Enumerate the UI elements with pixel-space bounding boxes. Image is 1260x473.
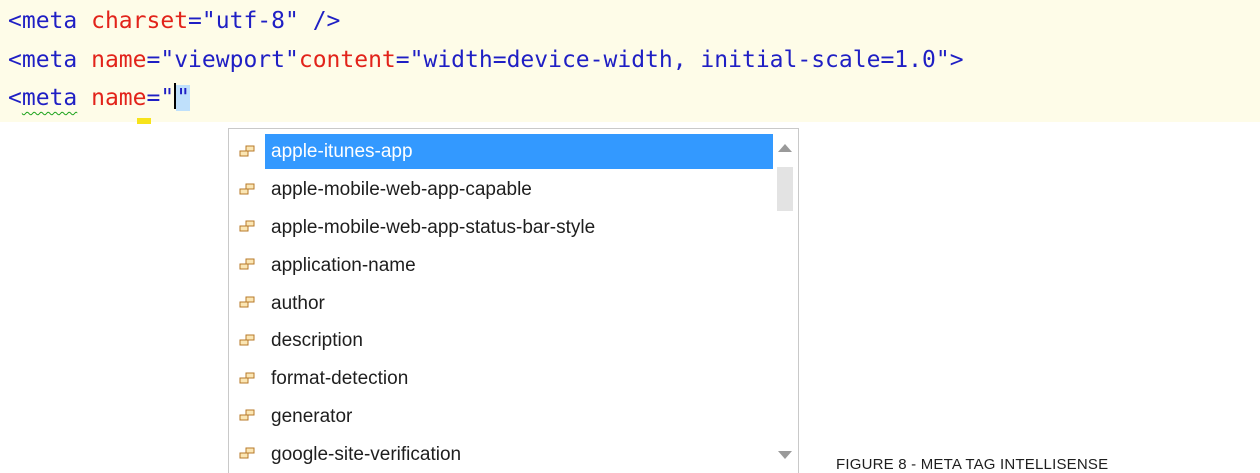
change-marker	[137, 118, 151, 124]
property-icon	[229, 258, 265, 272]
tag-open-bracket: <	[8, 85, 22, 111]
meta-tag-open: <meta	[8, 8, 78, 34]
meta-tag-name: meta	[21, 85, 78, 111]
completion-item-label: application-name	[271, 254, 416, 276]
completion-item-label: apple-mobile-web-app-status-bar-style	[271, 216, 596, 238]
completion-item-label: generator	[271, 405, 353, 427]
name-attribute: name	[91, 85, 147, 111]
completion-item-label: apple-mobile-web-app-capable	[271, 179, 532, 201]
intellisense-popup[interactable]: apple-itunes-app apple-mobile-web-app-ca…	[228, 128, 799, 473]
property-icon	[229, 409, 265, 423]
equals-sign: =	[188, 8, 202, 34]
code-line-1[interactable]: <meta charset="utf-8" />	[8, 3, 340, 40]
property-icon	[229, 447, 265, 461]
completion-scrollbar[interactable]	[776, 137, 794, 467]
property-icon	[229, 372, 265, 386]
completion-item-label: apple-itunes-app	[265, 134, 773, 170]
charset-attribute: charset	[91, 8, 189, 34]
completion-item[interactable]: apple-mobile-web-app-status-bar-style	[229, 209, 774, 247]
property-icon	[229, 334, 265, 348]
charset-value: "utf-8"	[201, 8, 299, 34]
code-editor[interactable]: <meta charset="utf-8" /> <meta name="vie…	[0, 0, 1260, 122]
content-attribute: content	[298, 47, 396, 73]
scroll-up-arrow-icon[interactable]	[778, 144, 792, 152]
property-icon	[229, 183, 265, 197]
completion-item[interactable]: google-site-verification	[229, 435, 774, 473]
equals-sign: =	[146, 85, 161, 111]
meta-tag-open: <meta	[8, 47, 78, 73]
completion-list[interactable]: apple-itunes-app apple-mobile-web-app-ca…	[229, 133, 774, 473]
close-quote-highlight: "	[176, 85, 191, 111]
completion-item[interactable]: generator	[229, 398, 774, 436]
open-quote: "	[160, 85, 175, 111]
completion-item-label: format-detection	[271, 368, 409, 390]
completion-item[interactable]: apple-mobile-web-app-capable	[229, 171, 774, 209]
property-icon	[229, 220, 265, 234]
completion-item[interactable]: apple-itunes-app	[229, 133, 774, 171]
code-line-3[interactable]: <meta name=""	[8, 80, 191, 117]
property-icon	[229, 145, 265, 159]
equals-sign: =	[395, 47, 410, 73]
scroll-thumb[interactable]	[777, 167, 793, 211]
completion-item-label: description	[271, 330, 363, 352]
content-value: "width=device-width, initial-scale=1.0"	[409, 47, 950, 73]
completion-item-label: google-site-verification	[271, 443, 462, 465]
completion-item[interactable]: author	[229, 284, 774, 322]
completion-item[interactable]: application-name	[229, 246, 774, 284]
scroll-down-arrow-icon[interactable]	[778, 451, 792, 459]
code-line-2[interactable]: <meta name="viewport"content="width=devi…	[8, 42, 964, 79]
self-close-tag: />	[298, 8, 341, 34]
tag-close: >	[949, 47, 964, 73]
completion-item[interactable]: description	[229, 322, 774, 360]
figure-caption: FIGURE 8 - META TAG INTELLISENSE	[836, 456, 1109, 473]
equals-sign: =	[146, 47, 161, 73]
name-attribute: name	[91, 47, 147, 73]
completion-item[interactable]: format-detection	[229, 360, 774, 398]
property-icon	[229, 296, 265, 310]
completion-item-label: author	[271, 292, 325, 314]
name-value: "viewport"	[160, 47, 299, 73]
